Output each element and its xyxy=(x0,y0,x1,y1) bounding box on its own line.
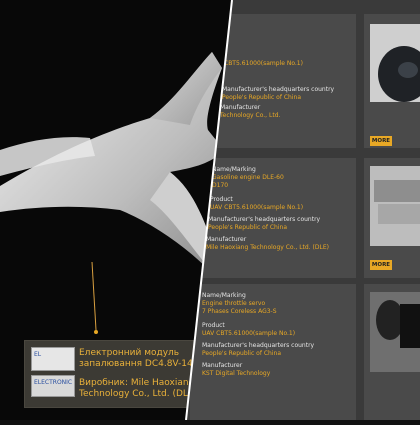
card2-manufacturer-label: Manufacturer xyxy=(206,236,247,243)
photo-card-3 xyxy=(364,284,420,420)
more-button-1[interactable]: MORE xyxy=(370,136,392,146)
component-callout: EL ELECTRONIC Електронний модуль запалюв… xyxy=(24,340,199,408)
photo-card-2: MORE xyxy=(364,158,420,278)
card1-product-value: CBT5.61000(sample No.1) xyxy=(224,60,303,67)
component-card-2: Name/Marking Gasoline engine DLE-60 D170… xyxy=(196,158,356,278)
servo-photo xyxy=(370,292,420,372)
callout-module-line2: запалювання DC4.8V-14V xyxy=(79,359,199,369)
photo-card-1: MORE xyxy=(364,14,420,148)
label-thumbnail: ELECTRONIC xyxy=(31,375,75,397)
coil-photo xyxy=(370,24,420,102)
callout-maker-line1: Виробник: Mile Haoxiang xyxy=(79,378,195,388)
card3-country-label: Manufacturer's headquarters country xyxy=(202,342,315,349)
card3-name-value: Engine throttle servo xyxy=(202,300,266,307)
card2-product-value: UAV CBT5.61000(sample No.1) xyxy=(210,204,304,211)
card2-name-value: Gasoline engine DLE-60 xyxy=(212,174,284,181)
more-button-2[interactable]: MORE xyxy=(370,260,392,270)
thumbnail-text-2: ELECTRONIC xyxy=(34,379,73,386)
module-thumbnail: EL xyxy=(31,347,75,371)
card3-product-label: Product xyxy=(202,322,225,329)
card1-country-label: Manufacturer's headquarters country xyxy=(222,86,335,93)
card1-manufacturer-label: Manufacturer xyxy=(220,104,261,111)
callout-module-line1: Електронний модуль xyxy=(79,348,180,358)
card3-manufacturer-label: Manufacturer xyxy=(202,362,243,369)
card2-product-label: Product xyxy=(210,196,233,203)
card2-name-label: Name/Marking xyxy=(212,166,256,173)
card2-manufacturer-value: Mile Haoxiang Technology Co., Ltd. (DLE) xyxy=(206,244,329,251)
card3-model-value: 7 Phases Coreless AG3-S xyxy=(202,308,277,315)
card3-manufacturer-value: KST Digital Technology xyxy=(202,370,271,377)
card1-manufacturer-value: Technology Co., Ltd. xyxy=(220,112,281,119)
card2-country-label: Manufacturer's headquarters country xyxy=(208,216,321,223)
card2-model-value: D170 xyxy=(212,182,229,189)
card2-country-value: People's Republic of China xyxy=(208,224,287,231)
callout-maker-line2: Technology Co., Ltd. (DLE) xyxy=(79,389,198,399)
thumbnail-text: EL xyxy=(34,351,42,358)
card1-country-value: People's Republic of China xyxy=(222,94,301,101)
card3-country-value: People's Republic of China xyxy=(202,350,281,357)
component-card-3: Name/Marking Engine throttle servo 7 Pha… xyxy=(190,284,356,420)
card3-name-label: Name/Marking xyxy=(202,292,246,299)
card3-product-value: UAV CBT5.61000(sample No.1) xyxy=(202,330,296,337)
